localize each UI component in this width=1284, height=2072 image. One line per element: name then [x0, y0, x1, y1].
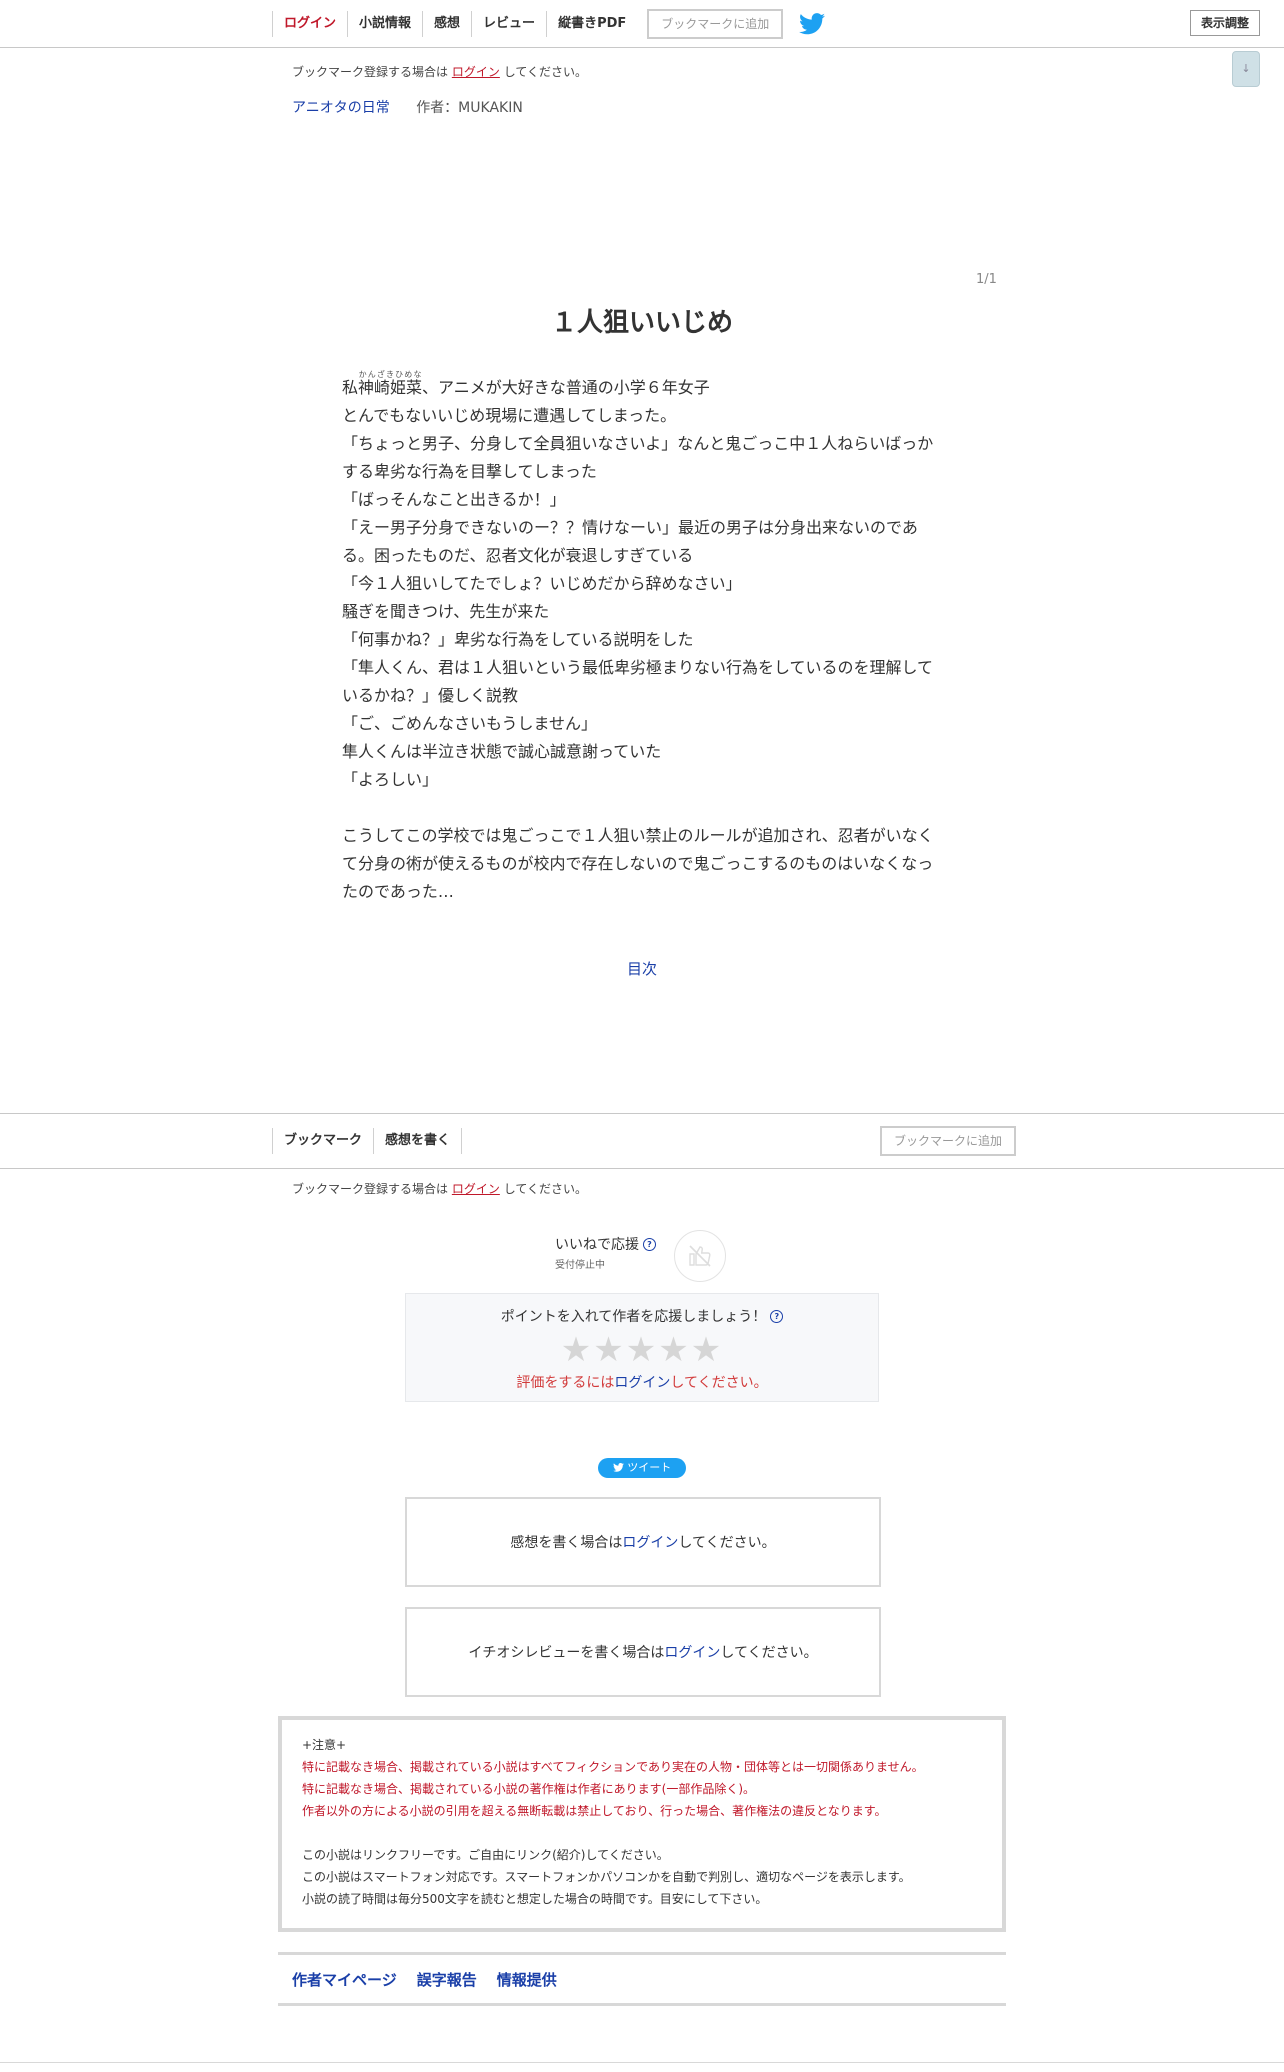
notice-text-after: してください。	[503, 1182, 587, 1196]
footer-links: 作者マイページ 誤字報告 情報提供	[278, 1952, 1006, 2006]
rating-login-notice: 評価をするにはログインしてください。	[406, 1372, 878, 1392]
review-before: イチオシレビューを書く場合は	[468, 1645, 665, 1661]
body-line: 「隼人くん、君は１人狙いという最低卑劣極まりない行為をしているのを理解しているか…	[342, 658, 934, 705]
caution-red-line: 特に記載なき場合、掲載されている小説はすべてフィクションであり実在の人物・団体等…	[302, 1760, 924, 1774]
series-title-link[interactable]: アニオタの日常	[292, 100, 390, 116]
body-line: 「ご、ごめんなさいもうしません」	[342, 714, 598, 733]
iine-label-wrap: いいねで応援?	[555, 1234, 656, 1254]
iine-section: いいねで応援? 受付停止中	[555, 1230, 735, 1290]
notice-login-link[interactable]: ログイン	[452, 1182, 500, 1196]
impression-box: 感想を書く場合は ログイン してください。	[405, 1497, 881, 1587]
caution-info-line: この小説はスマートフォン対応です。スマートフォンかパソコンかを自動で判別し、適切…	[302, 1870, 911, 1884]
body-line: 「ばっそんなこと出きるか！」	[342, 490, 566, 509]
body-line	[342, 794, 942, 822]
notice-login-link[interactable]: ログイン	[452, 65, 500, 79]
notice-text-before: ブックマーク登録する場合は	[292, 65, 449, 79]
bookmark-login-notice: ブックマーク登録する場合は ログイン してください。	[292, 63, 587, 80]
toc-link-wrap: 目次	[0, 958, 1284, 979]
caution-inner: +注意+ 特に記載なき場合、掲載されている小説はすべてフィクションであり実在の人…	[282, 1720, 1002, 1924]
review-after: してください。	[720, 1645, 818, 1661]
impression-login-link[interactable]: ログイン	[622, 1532, 678, 1552]
body-first-prefix: 私	[342, 378, 359, 397]
caution-box: +注意+ 特に記載なき場合、掲載されている小説はすべてフィクションであり実在の人…	[278, 1716, 1006, 1932]
top-nav-items: ログイン 小説情報 感想 レビュー 縦書きPDF ブックマークに追加	[272, 0, 826, 47]
caution-red-line: 特に記載なき場合、掲載されている小説の著作権は作者にあります(一部作品除く)。	[302, 1782, 756, 1796]
twitter-bird-icon	[612, 1463, 624, 1472]
body-line: 「ちょっと男子、分身して全員狙いなさいよ」なんと鬼ごっこ中１人ねらいばっかする卑…	[342, 434, 934, 481]
body-line: 騒ぎを聞きつけ、先生が来た	[342, 602, 550, 621]
like-disabled-icon	[689, 1245, 711, 1267]
caution-spacer	[302, 1822, 982, 1844]
help-icon[interactable]: ?	[770, 1310, 784, 1323]
caution-heading: +注意+	[302, 1738, 347, 1752]
rating-title-wrap: ポイントを入れて作者を応援しましょう！?	[406, 1306, 878, 1326]
body-line: 「何事かね？」卑劣な行為をしている説明をした	[342, 630, 694, 649]
impression-after: してください。	[678, 1535, 776, 1551]
series-info: アニオタの日常 作者：MUKAKIN	[292, 97, 523, 117]
impression-before: 感想を書く場合は	[510, 1535, 623, 1551]
rating-box: ポイントを入れて作者を応援しましょう！? ★★★★★ 評価をするにはログインして…	[405, 1293, 879, 1402]
body-lines: とんでもないいじめ現場に遭遇してしまった。「ちょっと男子、分身して全員狙いなさい…	[342, 402, 942, 906]
help-icon[interactable]: ?	[643, 1238, 656, 1251]
body-line: 「えー男子分身できないのー？？情けなーい」最近の男子は分身出来ないのである。困っ…	[342, 518, 918, 565]
review-box: イチオシレビューを書く場合は ログイン してください。	[405, 1607, 881, 1697]
nav-vertical-pdf-link[interactable]: 縦書きPDF	[546, 10, 637, 37]
notice-text-before: ブックマーク登録する場合は	[292, 1182, 449, 1196]
tweet-button[interactable]: ツイート	[598, 1458, 686, 1478]
bookmark-login-notice-bottom: ブックマーク登録する場合は ログイン してください。	[292, 1180, 587, 1197]
caution-red-line: 作者以外の方による小説の引用を超える無断転載は禁止しており、行った場合、著作権法…	[302, 1804, 887, 1818]
bottom-nav-bar: ブックマーク 感想を書く ブックマークに追加	[0, 1113, 1284, 1169]
bookmark-link[interactable]: ブックマーク	[272, 1128, 373, 1154]
nav-review-link[interactable]: レビュー	[471, 10, 546, 37]
body-line: こうしてこの学校では鬼ごっこで１人狙い禁止のルールが追加され、忍者がいなくて分身…	[342, 826, 934, 901]
caution-info-line: この小説はリンクフリーです。ご自由にリンク(紹介)してください。	[302, 1848, 669, 1862]
rating-login-before: 評価をするには	[516, 1375, 615, 1391]
add-bookmark-button[interactable]: ブックマークに追加	[647, 8, 784, 39]
caution-info-line: 小説の読了時間は毎分500文字を読むと想定した場合の時間です。目安にして下さい。	[302, 1892, 768, 1906]
rating-stars[interactable]: ★★★★★	[406, 1330, 878, 1370]
bottom-divider	[0, 2062, 1284, 2063]
twitter-icon[interactable]	[799, 12, 826, 35]
body-first-rest: 、アニメが大好きな普通の小学６年女子	[422, 378, 710, 397]
rating-login-link[interactable]: ログイン	[614, 1375, 670, 1391]
iine-label: いいねで応援	[555, 1237, 639, 1253]
add-bookmark-button-bottom[interactable]: ブックマークに追加	[880, 1126, 1017, 1156]
info-provide-link[interactable]: 情報提供	[497, 1969, 557, 1990]
nav-impressions-link[interactable]: 感想	[422, 10, 471, 37]
name-ruby: 神崎姫菜かんざきひめな	[358, 370, 423, 397]
iine-status: 受付停止中	[555, 1260, 605, 1271]
body-line: とんでもないいじめ現場に遭遇してしまった。	[342, 406, 677, 425]
body-line: 「今１人狙いしてたでしょ？いじめだから辞めなさい」	[342, 574, 742, 593]
write-impression-link[interactable]: 感想を書く	[373, 1128, 463, 1154]
tweet-label: ツイート	[627, 1461, 672, 1474]
toc-link[interactable]: 目次	[627, 960, 657, 978]
rating-title: ポイントを入れて作者を応援しましょう！	[500, 1309, 767, 1325]
top-nav-bar: ログイン 小説情報 感想 レビュー 縦書きPDF ブックマークに追加 表示調整	[0, 0, 1284, 48]
body-line: 「よろしい」	[342, 770, 439, 789]
chapter-title: １人狙いいじめ	[550, 308, 733, 338]
bottom-nav-items: ブックマーク 感想を書く	[272, 1114, 463, 1168]
page-number: 1/1	[976, 272, 997, 287]
chapter-body: 私神崎姫菜かんざきひめな、アニメが大好きな普通の小学６年女子 とんでもないいじめ…	[342, 370, 942, 906]
review-login-link[interactable]: ログイン	[664, 1642, 720, 1662]
ruby-reading: かんざきひめな	[358, 370, 423, 379]
nav-novel-info-link[interactable]: 小説情報	[347, 10, 422, 37]
rating-login-after: してください。	[670, 1375, 768, 1391]
notice-text-after: してください。	[503, 65, 587, 79]
scroll-down-button[interactable]: ↓	[1232, 51, 1260, 87]
display-settings-button[interactable]: 表示調整	[1189, 10, 1260, 36]
body-first-line: 私神崎姫菜かんざきひめな、アニメが大好きな普通の小学６年女子	[342, 370, 942, 402]
author-name: 作者：MUKAKIN	[416, 100, 523, 116]
nav-login-link[interactable]: ログイン	[272, 10, 347, 37]
typo-report-link[interactable]: 誤字報告	[417, 1969, 477, 1990]
body-line: 隼人くんは半泣き状態で誠心誠意謝っていた	[342, 742, 662, 761]
author-mypage-link[interactable]: 作者マイページ	[292, 1969, 397, 1990]
iine-button	[674, 1230, 726, 1282]
ruby-base: 神崎姫菜	[358, 378, 423, 397]
